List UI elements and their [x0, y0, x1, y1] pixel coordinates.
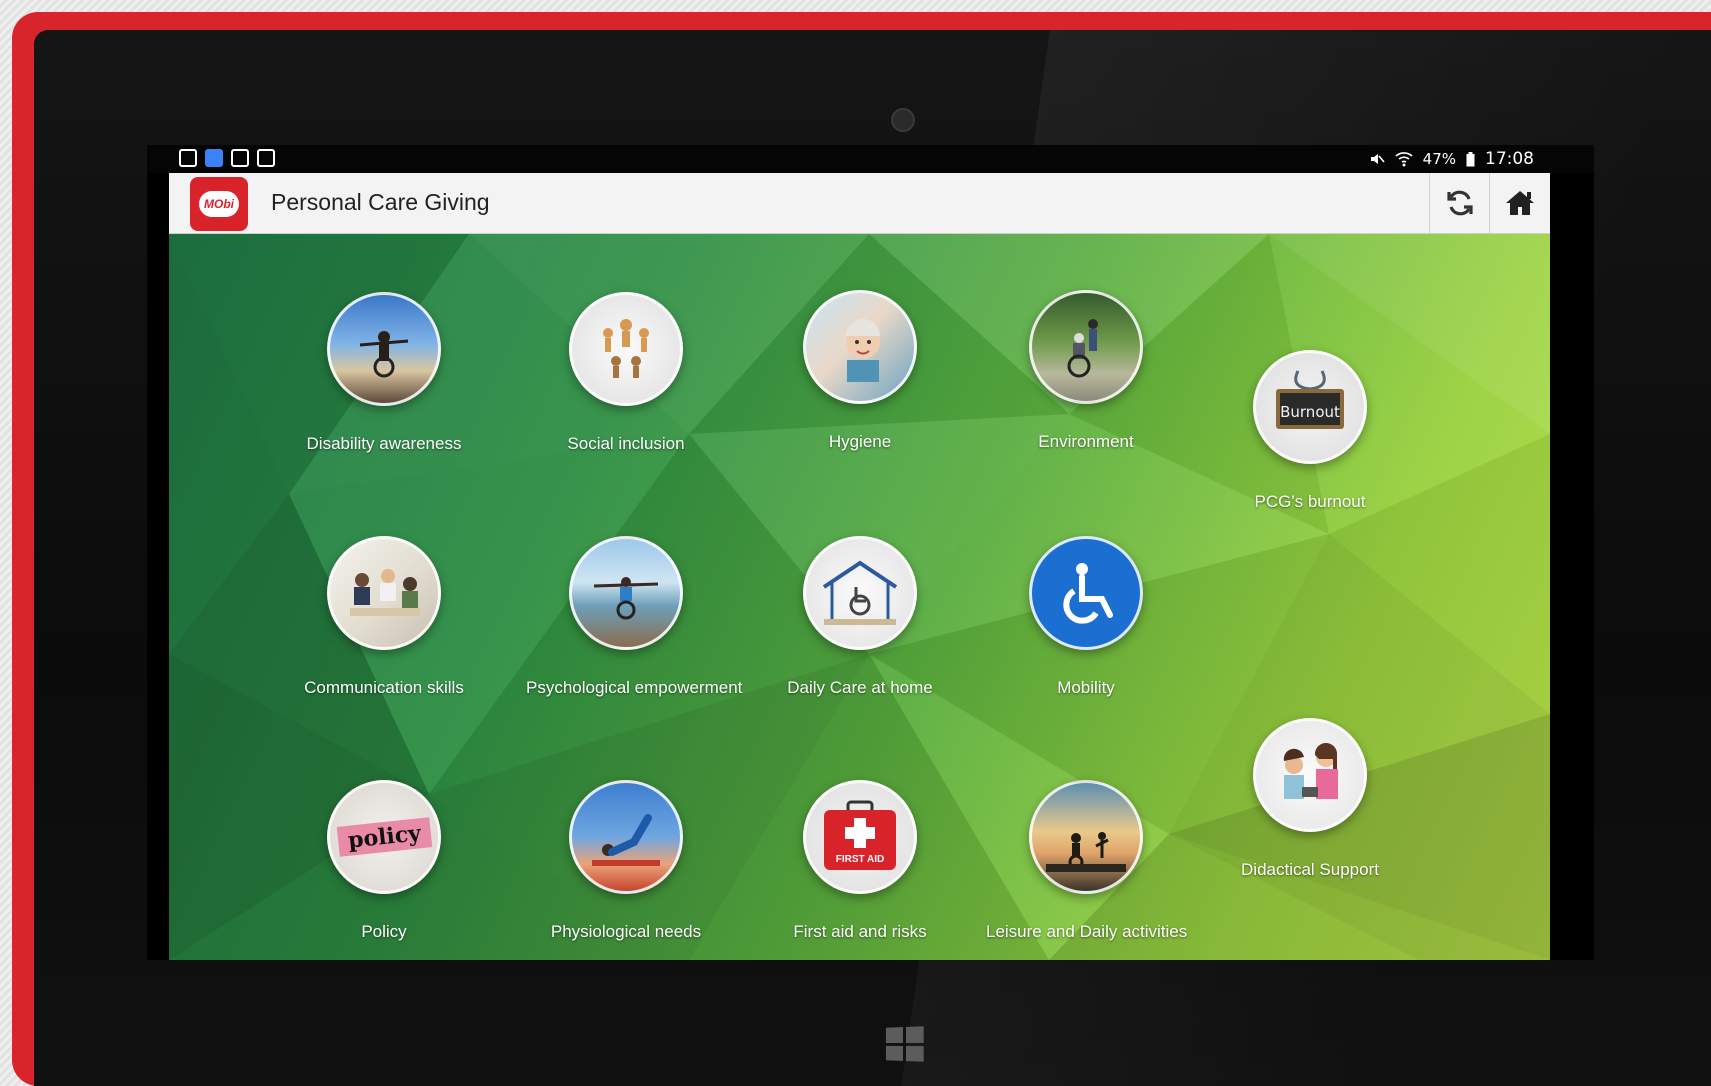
app-logo-text: MObi — [199, 191, 239, 217]
tile-label: Environment — [1038, 432, 1134, 451]
refresh-icon — [1447, 190, 1473, 216]
burnout-sign-icon: Burnout — [1253, 350, 1367, 464]
home-button[interactable] — [1489, 173, 1550, 233]
paper-people-chain-icon — [569, 292, 683, 406]
tile-communication-skills[interactable]: Communication skills — [284, 536, 484, 698]
tile-label: Mobility — [1057, 678, 1115, 697]
first-aid-text: FIRST AID — [835, 854, 885, 865]
tile-first-aid-and-risks[interactable]: FIRST AID First aid and risks — [760, 780, 960, 942]
policy-word-text: policy — [336, 817, 432, 857]
elderly-woman-icon — [803, 290, 917, 404]
tile-psychological-empowerment[interactable]: Psychological empowerment — [526, 536, 743, 698]
first-aid-kit-icon: FIRST AID — [803, 780, 917, 894]
wifi-icon — [1395, 152, 1413, 167]
battery-icon — [1466, 151, 1475, 166]
refresh-button[interactable] — [1429, 173, 1490, 233]
tile-pcgs-burnout[interactable]: Burnout PCG's burnout — [1210, 350, 1410, 512]
status-bar: 47% 17:08 — [147, 145, 1594, 173]
caregivers-icon — [1253, 718, 1367, 832]
battery-level: 47% — [1422, 150, 1456, 168]
wheelchair-park-icon — [1029, 290, 1143, 404]
yoga-stretch-icon — [569, 780, 683, 894]
sunset-silhouette-icon — [1029, 780, 1143, 894]
house-wheelchair-icon — [803, 536, 917, 650]
notification-icons — [179, 149, 275, 167]
camera-icon — [891, 108, 915, 132]
tablet-screen: 47% 17:08 MObi Personal Care Giving Disa… — [147, 145, 1594, 960]
tile-label: PCG's burnout — [1254, 492, 1366, 511]
tile-label: Didactical Support — [1241, 860, 1379, 879]
tile-policy[interactable]: policy Policy — [284, 780, 484, 942]
page-title: Personal Care Giving — [271, 189, 490, 215]
home-icon — [1506, 191, 1534, 215]
tile-social-inclusion[interactable]: Social inclusion — [526, 292, 726, 454]
tile-label: Social inclusion — [567, 434, 685, 453]
tile-environment[interactable]: Environment — [986, 290, 1186, 452]
tile-label: Policy — [361, 922, 407, 941]
accessibility-sign-icon — [1029, 536, 1143, 650]
tile-mobility[interactable]: Mobility — [986, 536, 1186, 698]
tile-label: Psychological empowerment — [526, 678, 743, 697]
windows-button-icon[interactable] — [885, 1026, 924, 1062]
mute-icon — [1370, 154, 1385, 164]
tile-label: Leisure and Daily activities — [986, 922, 1188, 941]
policy-word-icon: policy — [327, 780, 441, 894]
burnout-sign-text: Burnout — [1280, 403, 1340, 421]
tile-daily-care-at-home[interactable]: Daily Care at home — [760, 536, 960, 698]
tile-disability-awareness[interactable]: Disability awareness — [284, 292, 484, 454]
tile-label: Daily Care at home — [787, 678, 933, 697]
wheelchair-pier-icon — [569, 536, 683, 650]
tile-label: Hygiene — [828, 432, 892, 451]
group-meeting-icon — [327, 536, 441, 650]
system-icons: 47% 17:08 — [1369, 149, 1534, 169]
image-notification-icon — [179, 149, 197, 167]
wheelchair-beach-icon — [327, 292, 441, 406]
tile-label: Communication skills — [304, 678, 464, 697]
app-logo[interactable]: MObi — [190, 177, 248, 231]
tile-physiological-needs[interactable]: Physiological needs — [526, 780, 726, 942]
tile-didactical-support[interactable]: Didactical Support — [1210, 718, 1410, 880]
app-bar: MObi Personal Care Giving — [169, 173, 1550, 234]
tile-label: First aid and risks — [793, 922, 927, 941]
sync-notification-icon — [257, 149, 275, 167]
face-notification-icon — [231, 149, 249, 167]
tile-label: Disability awareness — [306, 434, 462, 453]
tile-label: Physiological needs — [550, 922, 702, 941]
check-notification-icon — [205, 149, 223, 167]
clock: 17:08 — [1485, 149, 1534, 169]
tile-leisure-and-daily-activities[interactable]: Leisure and Daily activities — [986, 780, 1188, 942]
tile-hygiene[interactable]: Hygiene — [760, 290, 960, 452]
category-grid: Disability awareness Social inclusion Hy… — [169, 234, 1550, 960]
